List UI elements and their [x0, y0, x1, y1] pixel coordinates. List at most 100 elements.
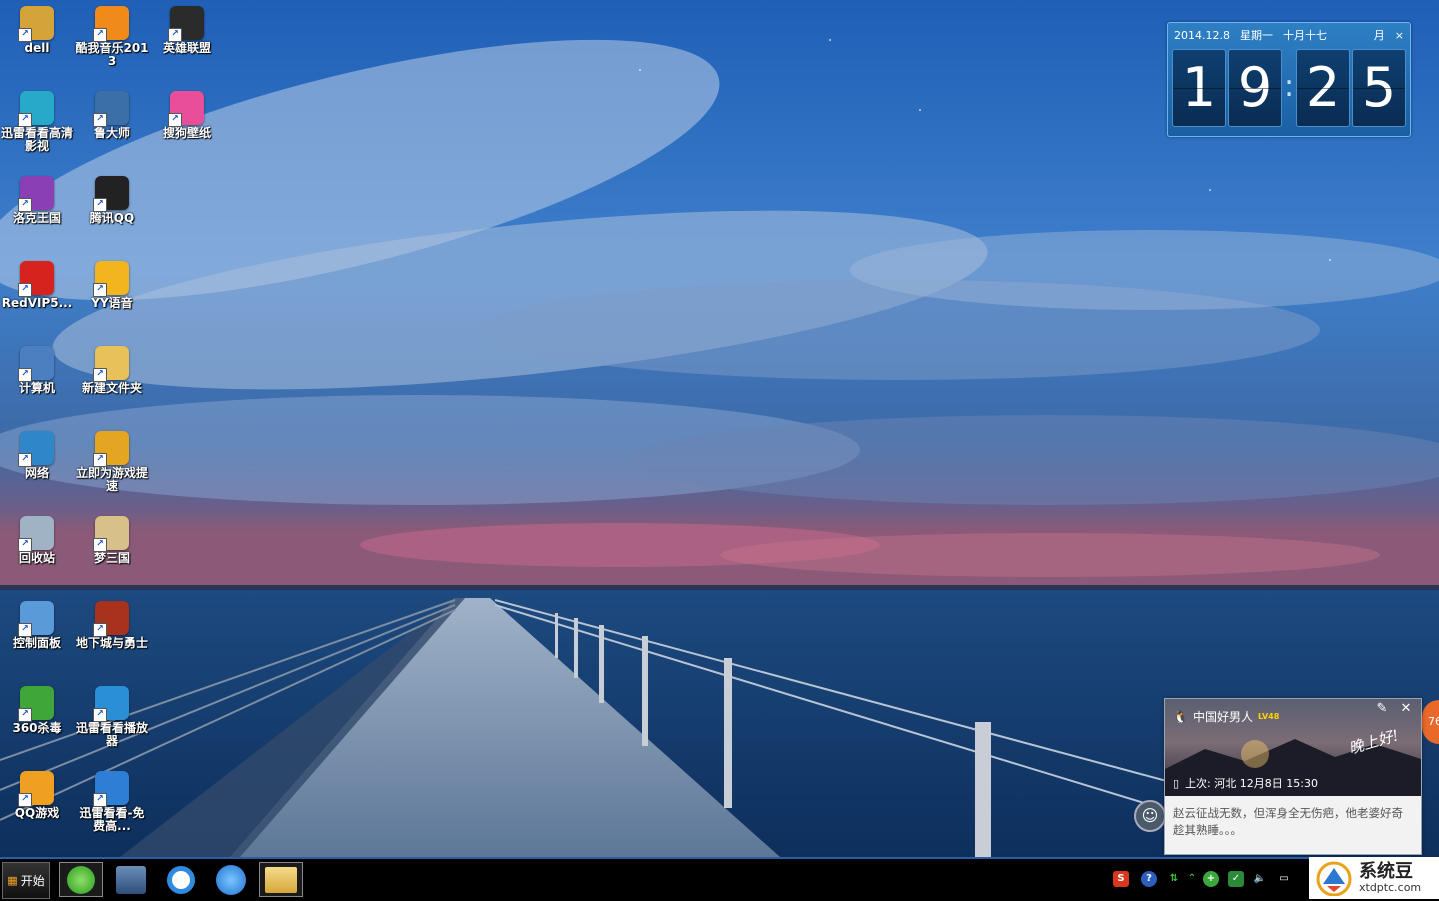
shortcut-arrow-icon: ↗	[93, 113, 107, 127]
roco-kingdom-icon: ↗	[18, 176, 54, 212]
help-icon[interactable]: ?	[1141, 871, 1157, 887]
meng-sanguo-icon: ↗	[93, 516, 129, 552]
desktop-shortcut[interactable]: ↗ 地下城与勇士	[75, 601, 149, 650]
recycle-bin-icon: ↗	[18, 516, 54, 552]
shortcut-arrow-icon: ↗	[18, 283, 32, 297]
shortcut-arrow-icon: ↗	[93, 453, 107, 467]
clock-date: 2014.12.8	[1174, 28, 1230, 42]
taskbar-app-qq-browser[interactable]	[159, 862, 203, 897]
desktop-shortcut[interactable]: ↗ 控制面板	[0, 601, 74, 650]
clock-hour-ones: 9	[1228, 49, 1282, 127]
desktop-shortcut-label: 鲁大师	[93, 126, 130, 140]
qq-penguin-icon: 🐧	[1173, 709, 1188, 724]
shortcut-arrow-icon: ↗	[18, 538, 32, 552]
desktop-shortcut[interactable]: ↗ dell	[0, 6, 74, 55]
shortcut-arrow-icon: ↗	[93, 793, 107, 807]
start-button[interactable]: ▦ 开始	[2, 862, 50, 899]
xunlei-kankan-icon: ↗	[18, 91, 54, 127]
chat-emoji-button[interactable]: ☺	[1134, 800, 1166, 832]
expand-tray-icon[interactable]: ⌃	[1184, 871, 1200, 887]
desktop-shortcut[interactable]: ↗ 腾讯QQ	[75, 176, 149, 225]
qq-message-text[interactable]: 赵云征战无数，但浑身全无伤疤，他老婆好奇趁其熟睡。。。	[1165, 796, 1421, 848]
desktop-shortcut[interactable]: ↗ 酷我音乐2013	[75, 6, 149, 68]
desktop-shortcut-label: YY语音	[91, 296, 133, 310]
desktop-shortcut[interactable]: ↗ 洛克王国	[0, 176, 74, 225]
desktop-shortcut[interactable]: ↗ 回收站	[0, 516, 74, 565]
phone-icon: ▯	[1173, 776, 1180, 790]
desktop-shortcut[interactable]: ↗ RedVIP5...	[0, 261, 74, 310]
qq-edit-button[interactable]: ✎	[1369, 699, 1395, 719]
desktop-shortcut[interactable]: ↗ 迅雷看看高清影视	[0, 91, 74, 153]
qq-close-button[interactable]: ✕	[1393, 699, 1419, 719]
tencent-media-icon	[216, 864, 246, 895]
shortcut-arrow-icon: ↗	[93, 28, 107, 42]
shortcut-arrow-icon: ↗	[93, 198, 107, 212]
qq-login-popup[interactable]: 🐧 中国好男人 LV48 晚上好! ✎ ✕ ▯ 上次: 河北 12月8日 15:…	[1164, 698, 1422, 855]
desktop-shortcut-label: 控制面板	[12, 636, 61, 650]
clock-minute-ones: 5	[1352, 49, 1406, 127]
shortcut-arrow-icon: ↗	[93, 623, 107, 637]
qq-level-badge: LV48	[1257, 712, 1280, 721]
desktop-shortcut[interactable]: ↗ 迅雷看看播放器	[75, 686, 149, 748]
watermark-url: xtdptc.com	[1359, 881, 1422, 894]
clock-lunar-date: 十月十七	[1282, 29, 1327, 42]
action-center-icon[interactable]: ▭	[1276, 871, 1292, 887]
desktop-shortcut[interactable]: ↗ 立即为游戏提速	[75, 431, 149, 493]
folder-icon: ↗	[93, 346, 129, 382]
360-guard-icon[interactable]: +	[1203, 871, 1219, 887]
desktop-shortcut[interactable]: ↗ 360杀毒	[0, 686, 74, 735]
shortcut-arrow-icon: ↗	[18, 453, 32, 467]
floating-badge[interactable]: 76	[1422, 700, 1439, 744]
shortcut-arrow-icon: ↗	[18, 708, 32, 722]
clock-colon: :	[1284, 69, 1295, 104]
shield-icon[interactable]: ✓	[1228, 871, 1244, 887]
desktop-shortcut-label: RedVIP5...	[1, 296, 73, 310]
360-antivirus-icon: ↗	[18, 686, 54, 722]
desktop-shortcut[interactable]: ↗ 英雄联盟	[150, 6, 224, 55]
sogou-input-icon[interactable]: S	[1113, 871, 1129, 887]
desktop-shortcut[interactable]: ↗ 搜狗壁纸	[150, 91, 224, 140]
shortcut-arrow-icon: ↗	[168, 113, 182, 127]
desktop-shortcut[interactable]: ↗ 梦三国	[75, 516, 149, 565]
taskbar-app-green-browser[interactable]	[59, 862, 103, 897]
month-view-button[interactable]: 月	[1374, 27, 1385, 43]
smiley-icon: ☺	[1141, 806, 1159, 825]
user-folder-icon: ↗	[18, 6, 54, 42]
desktop-shortcut[interactable]: ↗ 新建文件夹	[75, 346, 149, 395]
desktop-shortcut[interactable]: ↗ YY语音	[75, 261, 149, 310]
clock-widget[interactable]: 2014.12.8 星期一 十月十七 月 × 1 9 : 2 5	[1167, 22, 1411, 137]
qq-nickname: 中国好男人	[1192, 710, 1253, 724]
shortcut-arrow-icon: ↗	[93, 708, 107, 722]
site-watermark: 系统豆 xtdptc.com	[1309, 857, 1439, 899]
desktop-shortcut-label: dell	[24, 41, 50, 55]
desktop-shortcut[interactable]: ↗ 网络	[0, 431, 74, 480]
desktop-shortcut-label: 立即为游戏提速	[75, 466, 148, 493]
taskbar-app-explorer[interactable]	[259, 862, 303, 897]
volume-icon[interactable]: 🔈	[1252, 871, 1268, 887]
shortcut-arrow-icon: ↗	[18, 113, 32, 127]
desktop-shortcut[interactable]: ↗ 计算机	[0, 346, 74, 395]
desktop-shortcut-label: 回收站	[18, 551, 55, 565]
watermark-logo-icon	[1316, 861, 1352, 896]
shortcut-arrow-icon: ↗	[93, 283, 107, 297]
yy-voice-icon: ↗	[93, 261, 129, 297]
network-icon: ↗	[18, 431, 54, 467]
shortcut-arrow-icon: ↗	[18, 368, 32, 382]
taskbar-app-tencent-media[interactable]	[209, 862, 253, 897]
taskbar-app-media-library[interactable]	[109, 862, 153, 897]
redvip-icon: ↗	[18, 261, 54, 297]
green-browser-icon	[67, 865, 95, 894]
desktop-shortcut-label: 迅雷看看播放器	[75, 721, 148, 748]
desktop-shortcut[interactable]: ↗ QQ游戏	[0, 771, 74, 820]
qq-penguin-icon: ↗	[93, 176, 129, 212]
qq-popup-banner: 🐧 中国好男人 LV48 晚上好! ✎ ✕ ▯ 上次: 河北 12月8日 15:…	[1165, 699, 1421, 796]
sogou-wallpaper-icon: ↗	[168, 91, 204, 127]
shortcut-arrow-icon: ↗	[93, 368, 107, 382]
clock-hour-tens: 1	[1172, 49, 1226, 127]
clock-close-button[interactable]: ×	[1395, 29, 1404, 42]
desktop-shortcut-label: 地下城与勇士	[75, 636, 148, 650]
desktop-shortcut[interactable]: ↗ 鲁大师	[75, 91, 149, 140]
network-status-icon[interactable]: ⇅	[1166, 871, 1182, 887]
desktop-shortcut[interactable]: ↗ 迅雷看看-免费高...	[75, 771, 149, 833]
clock-weekday: 星期一	[1239, 29, 1273, 42]
